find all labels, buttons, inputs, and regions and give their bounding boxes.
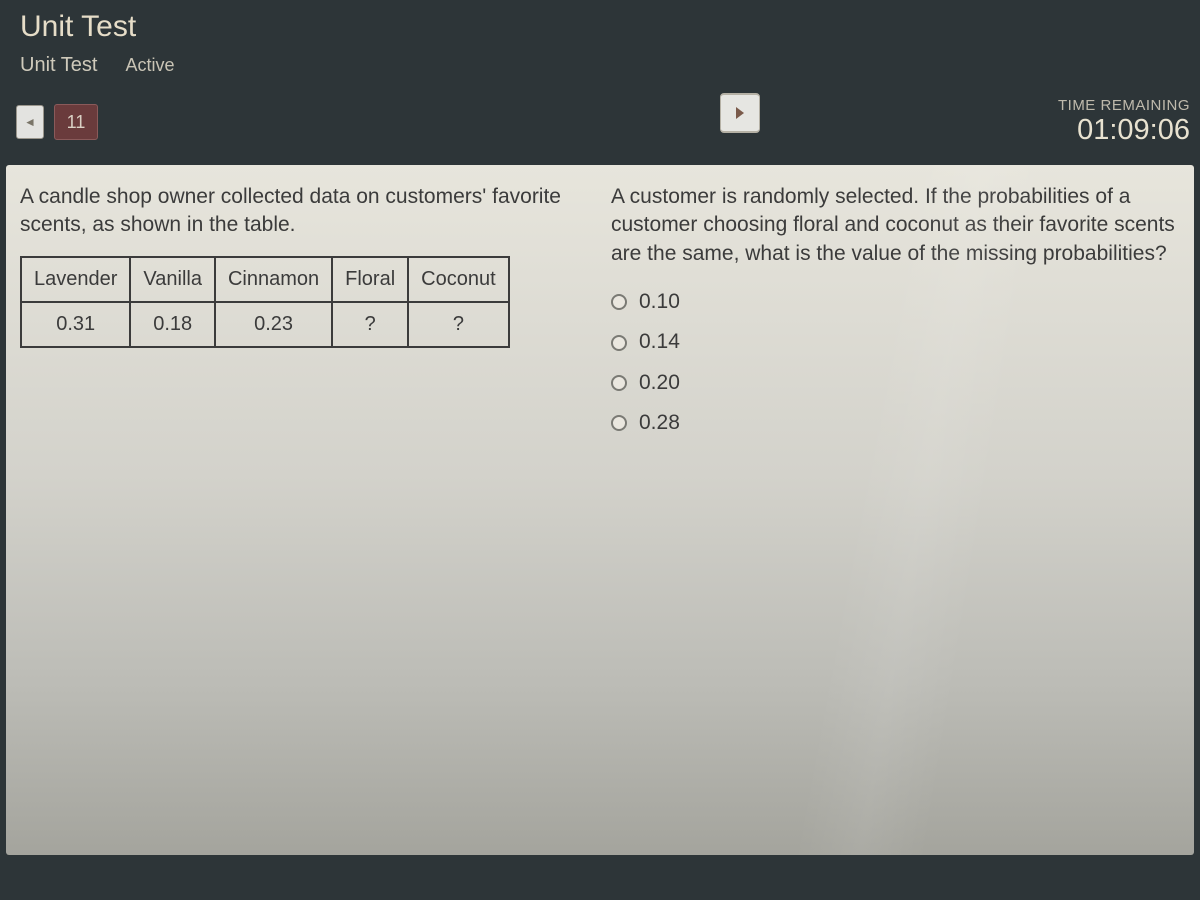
tab-row: Unit Test Active (20, 50, 1180, 87)
play-button[interactable]: ► (720, 93, 760, 133)
radio-icon (611, 335, 627, 351)
timer-label: TIME REMAINING (1058, 97, 1190, 114)
option-label: 0.20 (639, 369, 680, 397)
question-text: A customer is randomly selected. If the … (611, 183, 1180, 268)
prompt-text: A candle shop owner collected data on cu… (20, 183, 589, 240)
content-panel: A candle shop owner collected data on cu… (6, 165, 1194, 855)
option-label: 0.10 (639, 288, 680, 316)
option-label: 0.28 (639, 409, 680, 437)
val-cinnamon: 0.23 (215, 302, 332, 347)
table-value-row: 0.31 0.18 0.23 ? ? (21, 302, 509, 347)
option-label: 0.14 (639, 328, 680, 356)
chevron-left-icon: ◄ (24, 115, 36, 129)
table-header-row: Lavender Vanilla Cinnamon Floral Coconut (21, 257, 509, 302)
option-1[interactable]: 0.14 (611, 322, 1180, 362)
prompt-column: A candle shop owner collected data on cu… (20, 183, 589, 841)
tab-status-active: Active (125, 55, 174, 76)
radio-icon (611, 415, 627, 431)
col-cinnamon: Cinnamon (215, 257, 332, 302)
val-floral: ? (332, 302, 408, 347)
tab-unit-test[interactable]: Unit Test (20, 54, 97, 77)
timer: TIME REMAINING 01:09:06 (1058, 97, 1192, 147)
val-lavender: 0.31 (21, 302, 130, 347)
col-floral: Floral (332, 257, 408, 302)
option-3[interactable]: 0.28 (611, 403, 1180, 443)
option-0[interactable]: 0.10 (611, 282, 1180, 322)
scent-probability-table: Lavender Vanilla Cinnamon Floral Coconut… (20, 256, 510, 348)
option-2[interactable]: 0.20 (611, 363, 1180, 403)
timer-value: 01:09:06 (1058, 114, 1190, 147)
answer-options: 0.10 0.14 0.20 0.28 (611, 282, 1180, 443)
val-vanilla: 0.18 (130, 302, 215, 347)
question-number-badge[interactable]: 11 (54, 104, 98, 140)
radio-icon (611, 294, 627, 310)
page-title: Unit Test (20, 10, 1180, 44)
question-column: A customer is randomly selected. If the … (611, 183, 1180, 841)
radio-icon (611, 375, 627, 391)
col-coconut: Coconut (408, 257, 509, 302)
val-coconut: ? (408, 302, 509, 347)
question-nav-bar: ◄ 11 ► TIME REMAINING 01:09:06 (0, 87, 1200, 165)
col-vanilla: Vanilla (130, 257, 215, 302)
prev-question-button[interactable]: ◄ (16, 105, 44, 139)
col-lavender: Lavender (21, 257, 130, 302)
